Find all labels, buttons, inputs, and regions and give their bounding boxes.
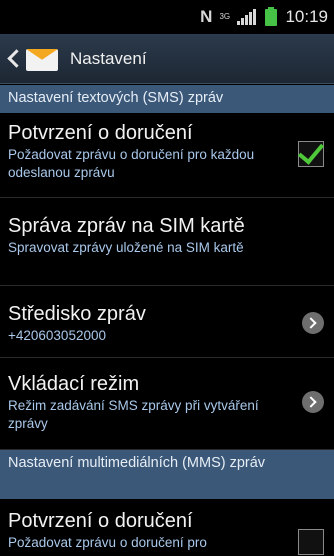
list-item-message-center[interactable]: Středisko zpráv +420603052000 [0,286,334,358]
item-title: Vkládací režim [8,373,140,395]
nfc-n-icon: N [200,7,212,26]
delivery-report-checkbox[interactable] [298,141,324,167]
chevron-right-icon[interactable] [302,312,324,334]
list-item-sms-delivery-report[interactable]: Potvrzení o doručení Požadovat zprávu o … [0,113,334,198]
battery-icon [265,6,278,26]
item-title: Středisko zpráv [8,303,146,325]
item-subtitle: Požadovat zprávu o doručení pro [8,535,207,550]
item-subtitle: Požadovat zprávu o doručení pro každou o… [8,147,255,180]
item-title: Správa zpráv na SIM kartě [8,215,245,237]
back-icon[interactable] [4,34,24,84]
item-title: Potvrzení o doručení [8,122,193,144]
list-item-mms-delivery-report[interactable]: Potvrzení o doručení Požadovat zprávu o … [0,499,334,556]
action-bar: Nastavení [0,34,334,84]
list-item-sim-messages[interactable]: Správa zpráv na SIM kartě Spravovat zprá… [0,198,334,286]
messages-envelope-icon[interactable] [26,46,58,72]
mms-delivery-report-checkbox[interactable] [298,529,324,555]
section-header-sms: Nastavení textových (SMS) zpráv [0,85,334,113]
item-subtitle: Režim zadávání SMS zprávy při vytváření … [8,398,259,431]
item-subtitle: Spravovat zprávy uložené na SIM kartě [8,240,244,255]
data-type-indicator: 3G [219,12,231,21]
signal-icon [237,9,257,25]
section-header-mms: Nastavení multimediálních (MMS) zpráv [0,450,334,499]
item-title: Potvrzení o doručení [8,510,193,532]
chevron-right-icon[interactable] [302,391,324,413]
status-time: 10:19 [285,7,328,26]
list-item-input-mode[interactable]: Vkládací režim Režim zadávání SMS zprávy… [0,358,334,450]
status-bar: N 3G 10:19 [0,0,334,34]
page-title: Nastavení [70,48,147,68]
item-subtitle: +420603052000 [8,328,106,343]
